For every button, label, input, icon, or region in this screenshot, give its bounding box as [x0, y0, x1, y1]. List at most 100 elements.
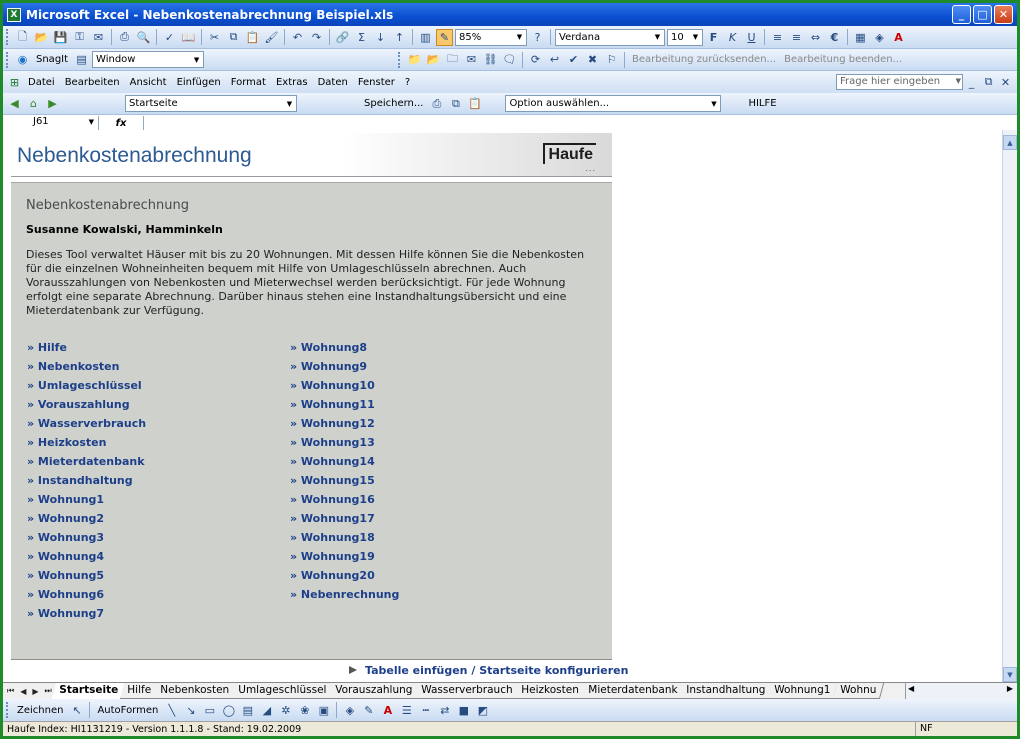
align-left-icon[interactable]: ≡	[769, 29, 786, 46]
comment-icon[interactable]: 🗨	[501, 51, 518, 68]
tab-heizkosten[interactable]: Heizkosten	[514, 683, 587, 699]
scroll-right-icon[interactable]: ▶	[1007, 684, 1013, 693]
insert-function-icon[interactable]: fx	[99, 118, 143, 129]
merge-center-icon[interactable]: ⇔	[807, 29, 824, 46]
maximize-button[interactable]: □	[973, 5, 992, 24]
link-heizkosten[interactable]: » Heizkosten	[27, 436, 146, 455]
scroll-up-icon[interactable]: ▲	[1003, 135, 1017, 150]
end-review-button[interactable]: Bearbeitung beenden...	[781, 54, 905, 65]
link-wohnung7[interactable]: » Wohnung7	[27, 607, 146, 626]
tab-wasserverbrauch[interactable]: Wasserverbrauch	[414, 683, 521, 699]
doc-minimize-icon[interactable]: _	[963, 74, 980, 91]
track-icon[interactable]: ⟳	[527, 51, 544, 68]
minimize-button[interactable]: _	[952, 5, 971, 24]
scroll-down-icon[interactable]: ▼	[1003, 667, 1017, 682]
protect-icon[interactable]: ⚐	[603, 51, 620, 68]
excel-app-icon[interactable]: X	[7, 8, 21, 22]
menu-edit[interactable]: Bearbeiten	[60, 77, 125, 88]
menu-window[interactable]: Fenster	[353, 77, 400, 88]
send-back-button[interactable]: Bearbeitung zurücksenden...	[629, 54, 779, 65]
menu-view[interactable]: Ansicht	[125, 77, 172, 88]
copy-icon[interactable]: ⧉	[225, 29, 242, 46]
next-sheet-icon[interactable]: ▶	[32, 687, 38, 696]
toolbar-grip[interactable]	[398, 52, 401, 68]
clipart-icon[interactable]: ❀	[296, 702, 313, 719]
3d-style-icon[interactable]: ◩	[474, 702, 491, 719]
folder-share-icon[interactable]: 📂	[425, 51, 442, 68]
textbox-icon[interactable]: ▤	[239, 702, 256, 719]
last-sheet-icon[interactable]: ⏭	[45, 686, 52, 696]
link-wohnung14[interactable]: » Wohnung14	[290, 455, 399, 474]
menu-help[interactable]: ?	[400, 77, 415, 88]
link-wohnung8[interactable]: » Wohnung8	[290, 341, 399, 360]
link-nebenrechnung[interactable]: » Nebenrechnung	[290, 588, 399, 607]
option-select-combo[interactable]: Option auswählen...▼	[505, 95, 721, 112]
close-button[interactable]: ✕	[994, 5, 1013, 24]
reply-icon[interactable]: ↩	[546, 51, 563, 68]
fill-color-icon[interactable]: ◈	[871, 29, 888, 46]
snagit-button[interactable]: SnagIt	[33, 54, 71, 65]
reject-icon[interactable]: ✖	[584, 51, 601, 68]
research-icon[interactable]: 📖	[180, 29, 197, 46]
link-wohnung12[interactable]: » Wohnung12	[290, 417, 399, 436]
print-preview-icon[interactable]: 🔍	[135, 29, 152, 46]
configure-icon[interactable]	[348, 665, 358, 675]
accept-icon[interactable]: ✔	[565, 51, 582, 68]
hyperlink-icon[interactable]: 🔗	[334, 29, 351, 46]
link-wohnung5[interactable]: » Wohnung5	[27, 569, 146, 588]
first-sheet-icon[interactable]: ⏮	[7, 686, 14, 696]
mail-icon[interactable]: ✉	[463, 51, 480, 68]
toolbar-grip[interactable]	[6, 702, 9, 718]
link-wohnung18[interactable]: » Wohnung18	[290, 531, 399, 550]
autoshapes-button[interactable]: AutoFormen	[94, 705, 161, 716]
back-icon[interactable]: ◀	[6, 95, 23, 112]
undo-icon[interactable]: ↶	[289, 29, 306, 46]
save-button[interactable]: Speichern...	[361, 98, 426, 109]
line-icon[interactable]: ╲	[163, 702, 180, 719]
link-wohnung11[interactable]: » Wohnung11	[290, 398, 399, 417]
link-wohnung16[interactable]: » Wohnung16	[290, 493, 399, 512]
link-wohnung17[interactable]: » Wohnung17	[290, 512, 399, 531]
arrow-icon[interactable]: ↘	[182, 702, 199, 719]
align-center-icon[interactable]: ≡	[788, 29, 805, 46]
chart-wizard-icon[interactable]: ▥	[417, 29, 434, 46]
copy-icon[interactable]: ⧉	[447, 95, 464, 112]
menu-insert[interactable]: Einfügen	[172, 77, 226, 88]
snagit-icon[interactable]: ◉	[14, 51, 31, 68]
font-color-icon[interactable]: A	[890, 29, 907, 46]
link-wohnung19[interactable]: » Wohnung19	[290, 550, 399, 569]
tab-vorauszahlung[interactable]: Vorauszahlung	[328, 683, 420, 699]
link-hilfe[interactable]: » Hilfe	[27, 341, 146, 360]
toolbar-grip[interactable]	[6, 52, 9, 68]
help-icon[interactable]: ?	[529, 29, 546, 46]
autosum-icon[interactable]: Σ	[353, 29, 370, 46]
spelling-icon[interactable]: ✓	[161, 29, 178, 46]
drawing-toggle-icon[interactable]: ✎	[436, 29, 453, 46]
link-umlageschluessel[interactable]: » Umlageschlüssel	[27, 379, 146, 398]
select-objects-icon[interactable]: ↖	[68, 702, 85, 719]
draw-menu-button[interactable]: Zeichnen	[14, 705, 66, 716]
home-icon[interactable]: ⌂	[25, 95, 42, 112]
line-color-icon[interactable]: ✎	[360, 702, 377, 719]
folder-icon[interactable]: 📁	[406, 51, 423, 68]
ask-question-input[interactable]: Frage hier eingeben▼	[836, 74, 963, 90]
menu-file[interactable]: Datei	[23, 77, 60, 88]
help-button[interactable]: HILFE	[745, 98, 779, 109]
open-folder-icon[interactable]: 📂	[33, 29, 50, 46]
link-icon[interactable]: ⛓	[482, 51, 499, 68]
sort-ascending-icon[interactable]: ↓	[372, 29, 389, 46]
snagit-settings-icon[interactable]: ▤	[73, 51, 90, 68]
underline-button[interactable]: U	[743, 29, 760, 46]
wordart-icon[interactable]: ◢	[258, 702, 275, 719]
doc-close-icon[interactable]: ✕	[997, 74, 1014, 91]
picture-icon[interactable]: ▣	[315, 702, 332, 719]
folder-send-icon[interactable]: 🗀	[444, 51, 461, 68]
tab-mieterdatenbank[interactable]: Mieterdatenbank	[581, 683, 686, 699]
font-color-icon[interactable]: A	[379, 702, 396, 719]
link-nebenkosten[interactable]: » Nebenkosten	[27, 360, 146, 379]
doc-restore-icon[interactable]: ⧉	[980, 74, 997, 91]
toolbar-grip[interactable]	[6, 29, 9, 45]
oval-icon[interactable]: ◯	[220, 702, 237, 719]
shadow-icon[interactable]: ■	[455, 702, 472, 719]
link-wohnung4[interactable]: » Wohnung4	[27, 550, 146, 569]
